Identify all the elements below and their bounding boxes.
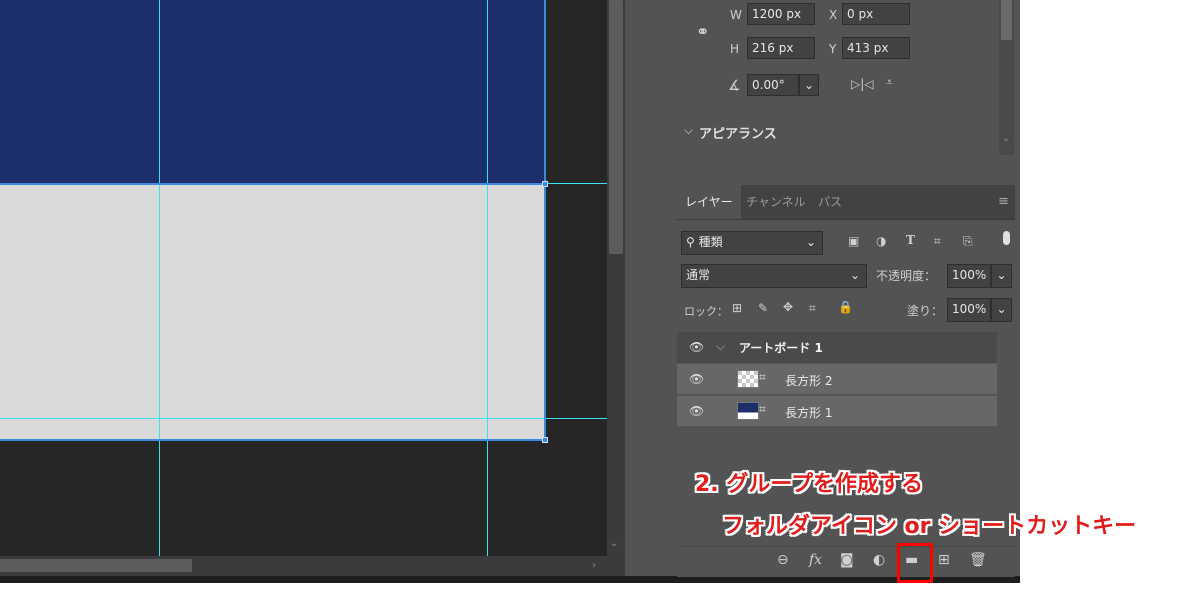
- search-icon: ⚲: [686, 235, 695, 249]
- scrollbar-thumb[interactable]: [0, 559, 192, 572]
- guide-vertical: [159, 0, 160, 556]
- panel-gutter: [625, 0, 677, 576]
- trash-icon[interactable]: 🗑: [969, 552, 987, 568]
- chevron-down-icon: ⌄: [849, 268, 860, 282]
- artboard-name: アートボード 1: [739, 341, 823, 355]
- scroll-down-icon[interactable]: ⌄: [1002, 133, 1010, 144]
- width-field[interactable]: 1200 px: [747, 3, 815, 25]
- layer-filter-select[interactable]: ⚲ 種類 ⌄: [681, 231, 823, 255]
- lock-paint-icon[interactable]: ✎: [758, 301, 768, 315]
- fill-label: 塗り：: [907, 304, 944, 318]
- width-label: W: [730, 8, 742, 22]
- type-filter-icon[interactable]: T: [906, 233, 915, 247]
- scrollbar-thumb[interactable]: [1001, 0, 1012, 40]
- status-strip: [0, 576, 1020, 583]
- lock-label: ロック：: [684, 305, 728, 318]
- annotation-step: 2. グループを作成する: [695, 472, 924, 497]
- layer-row[interactable]: 👁 ⌗ 長方形 1: [677, 395, 997, 426]
- document-canvas[interactable]: [0, 0, 607, 556]
- mask-icon[interactable]: ◙: [840, 552, 854, 568]
- layer-row[interactable]: 👁 ⌗ 長方形 2: [677, 363, 997, 394]
- x-label: X: [829, 8, 838, 22]
- selection-edge: [544, 0, 546, 441]
- opacity-dropdown-chevron-icon[interactable]: ⌄: [991, 264, 1012, 288]
- height-label: H: [730, 42, 740, 56]
- link-proportions-icon[interactable]: ⚭: [696, 22, 709, 41]
- visibility-eye-icon[interactable]: 👁: [689, 340, 704, 354]
- scroll-right-icon[interactable]: ›: [592, 560, 596, 571]
- shape-filter-icon[interactable]: ⌗: [934, 234, 941, 249]
- angle-field[interactable]: 0.00°: [747, 74, 799, 96]
- y-label: Y: [829, 42, 837, 56]
- layer-thumbnail: [737, 370, 759, 388]
- visibility-eye-icon[interactable]: 👁: [689, 404, 704, 418]
- lock-transparent-icon[interactable]: ⊞: [732, 301, 742, 315]
- new-layer-icon[interactable]: ⊞: [938, 552, 950, 568]
- fill-field[interactable]: 100%: [947, 298, 991, 322]
- annotation-hint: フォルダアイコン or ショートカットキー: [722, 514, 1137, 539]
- visibility-eye-icon[interactable]: 👁: [689, 372, 704, 386]
- y-field[interactable]: 413 px: [842, 37, 910, 59]
- expand-chevron-icon[interactable]: ⌵: [716, 339, 725, 354]
- tab-paths[interactable]: パス: [810, 185, 850, 219]
- guide-horizontal: [0, 418, 607, 419]
- angle-icon: ∡: [728, 78, 741, 94]
- fx-icon[interactable]: fx: [809, 552, 822, 568]
- flip-horizontal-icon[interactable]: ▷|◁: [851, 77, 874, 91]
- pixel-filter-icon[interactable]: ▣: [848, 234, 859, 248]
- chevron-down-icon: ⌄: [805, 235, 816, 249]
- rectangle-2-blue: [0, 0, 545, 183]
- tab-layers[interactable]: レイヤー: [677, 185, 741, 219]
- layer-name: 長方形 1: [785, 406, 833, 420]
- lock-position-icon[interactable]: ✥: [783, 300, 793, 314]
- lock-artboard-icon[interactable]: ⌗: [809, 301, 816, 316]
- tab-channels[interactable]: チャンネル: [738, 185, 814, 219]
- transform-handle[interactable]: [542, 181, 548, 187]
- link-icon[interactable]: ⊖: [777, 552, 789, 568]
- panel-menu-icon[interactable]: ≡: [998, 194, 1009, 209]
- layer-name: 長方形 2: [785, 374, 833, 388]
- layer-row-artboard[interactable]: 👁 ⌵ アートボード 1: [677, 332, 997, 363]
- shape-layer-icon: ⌗: [759, 370, 766, 384]
- lock-all-icon[interactable]: 🔒: [838, 300, 853, 314]
- rectangle-1-gray: [0, 183, 545, 440]
- adjustment-icon[interactable]: ◐: [873, 552, 885, 568]
- guide-vertical: [487, 0, 488, 556]
- x-field[interactable]: 0 px: [842, 3, 910, 25]
- opacity-label: 不透明度：: [876, 269, 937, 283]
- appearance-chevron-icon[interactable]: ⌵: [684, 123, 693, 138]
- angle-dropdown-chevron-icon[interactable]: ⌄: [799, 74, 819, 96]
- highlight-box: [897, 543, 933, 583]
- filter-kind-label: 種類: [698, 235, 723, 249]
- scrollbar-thumb[interactable]: [609, 0, 623, 254]
- selection-edge: [0, 439, 546, 441]
- fill-dropdown-chevron-icon[interactable]: ⌄: [991, 298, 1012, 322]
- appearance-section-title[interactable]: アピアランス: [699, 123, 777, 142]
- blend-mode-select[interactable]: 通常 ⌄: [681, 264, 867, 288]
- layer-thumbnail: [737, 402, 759, 420]
- adjustment-filter-icon[interactable]: ◑: [876, 234, 886, 248]
- flip-vertical-icon[interactable]: ⩡: [886, 75, 893, 90]
- smart-object-filter-icon[interactable]: ⎘: [963, 234, 973, 249]
- shape-layer-icon: ⌗: [759, 402, 766, 416]
- selection-edge: [0, 183, 546, 185]
- opacity-field[interactable]: 100%: [947, 264, 991, 288]
- scroll-corner: [607, 556, 625, 576]
- blend-mode-value: 通常: [686, 268, 711, 282]
- scroll-down-icon[interactable]: ⌄: [610, 538, 618, 549]
- filter-toggle-icon[interactable]: [1003, 231, 1010, 245]
- transform-handle[interactable]: [542, 437, 548, 443]
- height-field[interactable]: 216 px: [747, 37, 815, 59]
